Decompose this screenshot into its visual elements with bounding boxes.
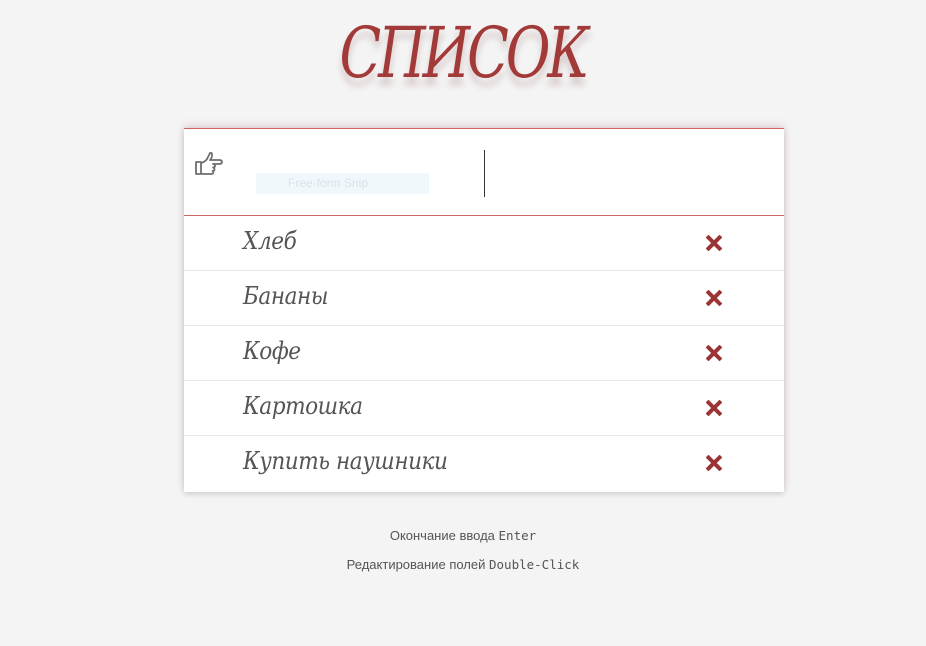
page-title: СПИСОК xyxy=(339,12,589,94)
close-x-icon[interactable] xyxy=(705,289,723,307)
text-cursor xyxy=(484,150,485,197)
todo-panel: Free-form Snip Хлеб Бананы Кофе Картошка… xyxy=(184,128,784,492)
item-label[interactable]: Кофе xyxy=(243,333,301,369)
snip-overlay: Free-form Snip xyxy=(256,173,429,194)
hint-double-click: Редактирование полей Double-Click xyxy=(0,557,926,572)
item-label[interactable]: Картошка xyxy=(243,388,363,424)
hint-text: Окончание ввода xyxy=(389,528,495,543)
hint-enter: Окончание ввода Enter xyxy=(0,528,926,543)
hint-text: Редактирование полей xyxy=(346,557,486,572)
hint-key: Enter xyxy=(498,528,537,543)
close-x-icon[interactable] xyxy=(705,399,723,417)
list-item[interactable]: Кофе xyxy=(184,326,784,381)
list-item[interactable]: Картошка xyxy=(184,381,784,436)
list-item[interactable]: Бананы xyxy=(184,271,784,326)
pointing-hand-icon xyxy=(194,150,224,178)
list-item[interactable]: Хлеб xyxy=(184,216,784,271)
item-label[interactable]: Бананы xyxy=(243,278,328,314)
close-x-icon[interactable] xyxy=(705,454,723,472)
item-label[interactable]: Хлеб xyxy=(243,223,297,259)
item-label[interactable]: Купить наушники xyxy=(243,443,448,479)
close-x-icon[interactable] xyxy=(705,234,723,252)
new-item-input[interactable]: Free-form Snip xyxy=(184,129,784,216)
hint-key: Double-Click xyxy=(489,557,580,572)
close-x-icon[interactable] xyxy=(705,344,723,362)
list-item[interactable]: Купить наушники xyxy=(184,436,784,491)
